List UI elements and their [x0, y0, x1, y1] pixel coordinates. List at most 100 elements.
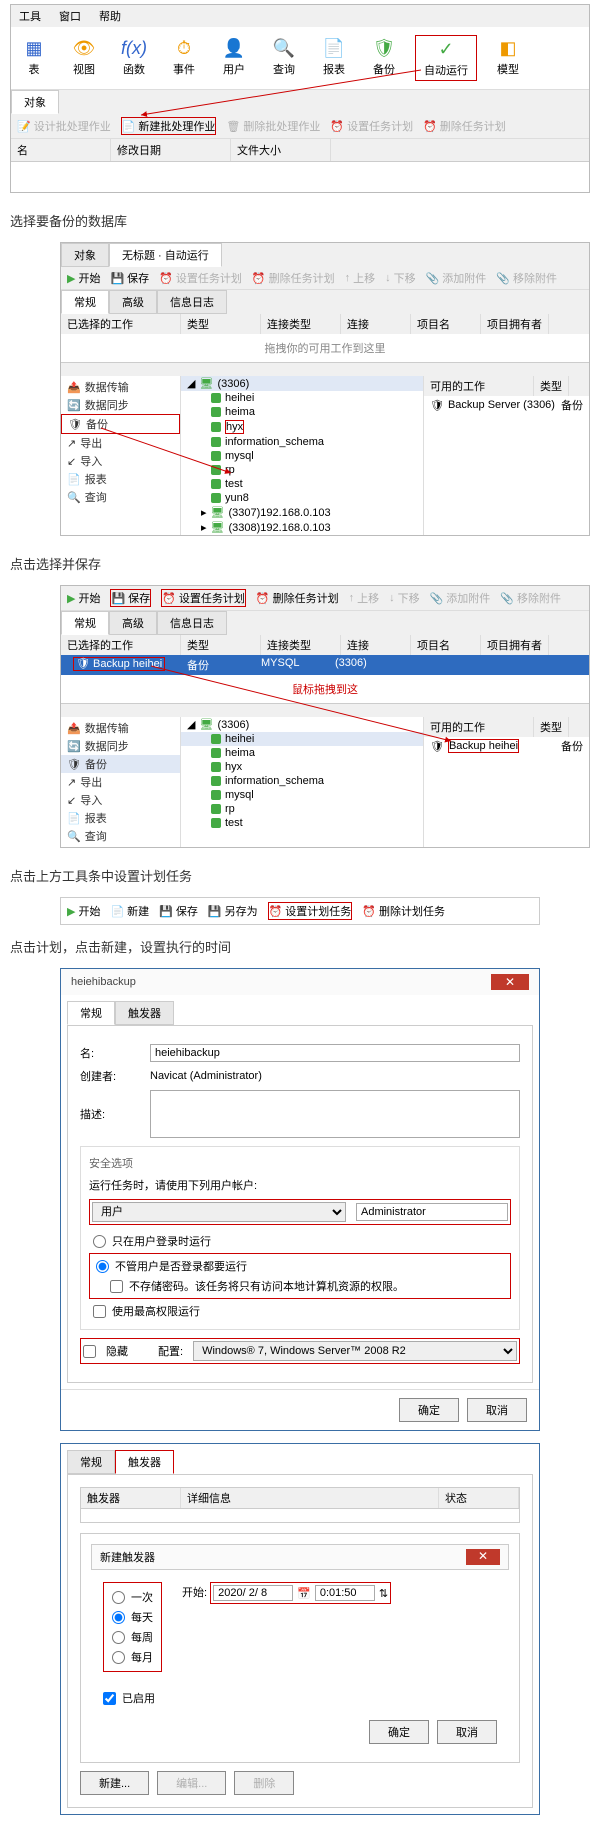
action-import[interactable]: ↙ 导入 — [61, 452, 180, 470]
auto-save2[interactable]: 💾 保存 — [110, 589, 151, 607]
action-query2[interactable]: 🔍 查询 — [61, 827, 180, 845]
action-transfer2[interactable]: 📤 数据传输 — [61, 719, 180, 737]
calendar-icon[interactable]: 📅 — [297, 1587, 311, 1600]
subtab-general2[interactable]: 常规 — [61, 611, 109, 635]
mini-new[interactable]: 📄 新建 — [110, 902, 149, 920]
freq-daily[interactable] — [112, 1611, 125, 1624]
action-query[interactable]: 🔍 查询 — [61, 488, 180, 506]
db-rp[interactable]: rp — [181, 463, 423, 477]
auto-save[interactable]: 💾 保存 — [110, 270, 149, 286]
db-test2[interactable]: test — [181, 816, 423, 830]
trigger-close[interactable]: ✕ — [466, 1549, 500, 1565]
auto-deltask2[interactable]: ⏰ 删除任务计划 — [256, 590, 339, 606]
config-select[interactable]: Windows® 7, Windows Server™ 2008 R2 — [193, 1341, 517, 1361]
dialog-close[interactable]: ✕ — [491, 974, 529, 990]
db-heima2[interactable]: heima — [181, 746, 423, 760]
selected-backup-row[interactable]: 🛡 Backup heihei 备份 MYSQL (3306) — [61, 655, 589, 675]
menu-tools[interactable]: 工具 — [19, 8, 41, 24]
subtab-log2[interactable]: 信息日志 — [157, 611, 227, 635]
dtab-trigger[interactable]: 触发器 — [115, 1001, 174, 1025]
action-report2[interactable]: 📄 报表 — [61, 809, 180, 827]
subtab-log[interactable]: 信息日志 — [157, 290, 227, 314]
tab-object2[interactable]: 对象 — [61, 243, 109, 267]
spinner-icon[interactable]: ⇅ — [379, 1587, 388, 1600]
auto-settask2[interactable]: ⏰ 设置任务计划 — [161, 589, 246, 607]
dtab-general[interactable]: 常规 — [67, 1001, 115, 1025]
enabled-check[interactable] — [103, 1692, 116, 1705]
action-export2[interactable]: ↗ 导出 — [61, 773, 180, 791]
ribbon-query[interactable]: 🔍查询 — [265, 35, 303, 81]
desc-input[interactable] — [150, 1090, 520, 1138]
ribbon-backup[interactable]: 🛡备份 — [365, 35, 403, 81]
mini-saveas[interactable]: 💾 另存为 — [208, 902, 258, 920]
db-heihei[interactable]: heihei — [181, 391, 423, 405]
hidden-check[interactable] — [83, 1345, 96, 1358]
db-3307[interactable]: ▸ 🖥(3307)192.168.0.103 — [181, 505, 423, 520]
trigger-cancel[interactable]: 取消 — [437, 1720, 497, 1744]
ribbon-table[interactable]: ▦表 — [15, 35, 53, 81]
date-input[interactable] — [213, 1585, 293, 1601]
db-heima[interactable]: heima — [181, 405, 423, 419]
db-hyx[interactable]: hyx — [181, 419, 423, 435]
action-transfer[interactable]: 📤 数据传输 — [61, 378, 180, 396]
action-import2[interactable]: ↙ 导入 — [61, 791, 180, 809]
trigger-ok[interactable]: 确定 — [369, 1720, 429, 1744]
freq-once[interactable] — [112, 1591, 125, 1604]
freq-weekly[interactable] — [112, 1631, 125, 1644]
db-heihei2[interactable]: heihei — [181, 732, 423, 746]
tab-object[interactable]: 对象 — [11, 90, 59, 114]
db-test[interactable]: test — [181, 477, 423, 491]
ribbon-user[interactable]: 👤用户 — [215, 35, 253, 81]
opt2-radio[interactable] — [96, 1260, 109, 1273]
batch-new[interactable]: 📄 新建批处理作业 — [121, 117, 217, 135]
mini-save[interactable]: 💾 保存 — [159, 902, 198, 920]
subtab-advanced[interactable]: 高级 — [109, 290, 157, 314]
ribbon-model[interactable]: ◧模型 — [489, 35, 527, 81]
cancel-button[interactable]: 取消 — [467, 1398, 527, 1422]
ttab-general[interactable]: 常规 — [67, 1450, 115, 1474]
opt3-check[interactable] — [93, 1305, 106, 1318]
ok-button[interactable]: 确定 — [399, 1398, 459, 1422]
db-yun8[interactable]: yun8 — [181, 491, 423, 505]
name-input[interactable] — [150, 1044, 520, 1062]
subtab-general[interactable]: 常规 — [61, 290, 109, 314]
ribbon-report[interactable]: 📄报表 — [315, 35, 353, 81]
subtab-advanced2[interactable]: 高级 — [109, 611, 157, 635]
mini-setplan[interactable]: ⏰ 设置计划任务 — [268, 902, 353, 920]
opt2sub-check[interactable] — [110, 1280, 123, 1293]
db-mysql[interactable]: mysql — [181, 449, 423, 463]
ttab-trigger[interactable]: 触发器 — [115, 1450, 174, 1474]
menu-help[interactable]: 帮助 — [99, 8, 121, 24]
db-info[interactable]: information_schema — [181, 435, 423, 449]
user-input[interactable] — [356, 1203, 508, 1221]
db-hyx2[interactable]: hyx — [181, 760, 423, 774]
user-select[interactable]: 用户 — [92, 1202, 346, 1222]
db-3308[interactable]: ▸ 🖥(3308)192.168.0.103 — [181, 520, 423, 535]
db-rp2[interactable]: rp — [181, 802, 423, 816]
tab-untitled[interactable]: 无标题 · 自动运行 — [109, 243, 222, 267]
db-info2[interactable]: information_schema — [181, 774, 423, 788]
backup-server[interactable]: 🛡 Backup Server (3306) 备份 — [424, 396, 589, 414]
db-root[interactable]: ◢ 🖥 (3306) — [181, 376, 423, 391]
backup-heihei-avail[interactable]: 🛡 Backup heihei 备份 — [424, 737, 589, 755]
mini-start[interactable]: ▶ 开始 — [67, 902, 100, 920]
ribbon-auto[interactable]: ✓自动运行 — [415, 35, 477, 81]
action-report[interactable]: 📄 报表 — [61, 470, 180, 488]
menu-window[interactable]: 窗口 — [59, 8, 81, 24]
opt1-radio[interactable] — [93, 1235, 106, 1248]
mini-delplan[interactable]: ⏰ 删除计划任务 — [362, 902, 445, 920]
auto-start2[interactable]: ▶ 开始 — [67, 590, 100, 606]
action-backup[interactable]: 🛡 备份 — [61, 414, 180, 434]
db-mysql2[interactable]: mysql — [181, 788, 423, 802]
action-sync[interactable]: 🔄 数据同步 — [61, 396, 180, 414]
auto-start[interactable]: ▶ 开始 — [67, 270, 100, 286]
time-input[interactable] — [315, 1585, 375, 1601]
freq-monthly[interactable] — [112, 1651, 125, 1664]
action-sync2[interactable]: 🔄 数据同步 — [61, 737, 180, 755]
ribbon-event[interactable]: ⏱事件 — [165, 35, 203, 81]
action-export[interactable]: ↗ 导出 — [61, 434, 180, 452]
action-backup2[interactable]: 🛡 备份 — [61, 755, 180, 773]
new-trigger-btn[interactable]: 新建... — [80, 1771, 149, 1795]
ribbon-view[interactable]: 👁视图 — [65, 35, 103, 81]
db-root2[interactable]: ◢ 🖥 (3306) — [181, 717, 423, 732]
